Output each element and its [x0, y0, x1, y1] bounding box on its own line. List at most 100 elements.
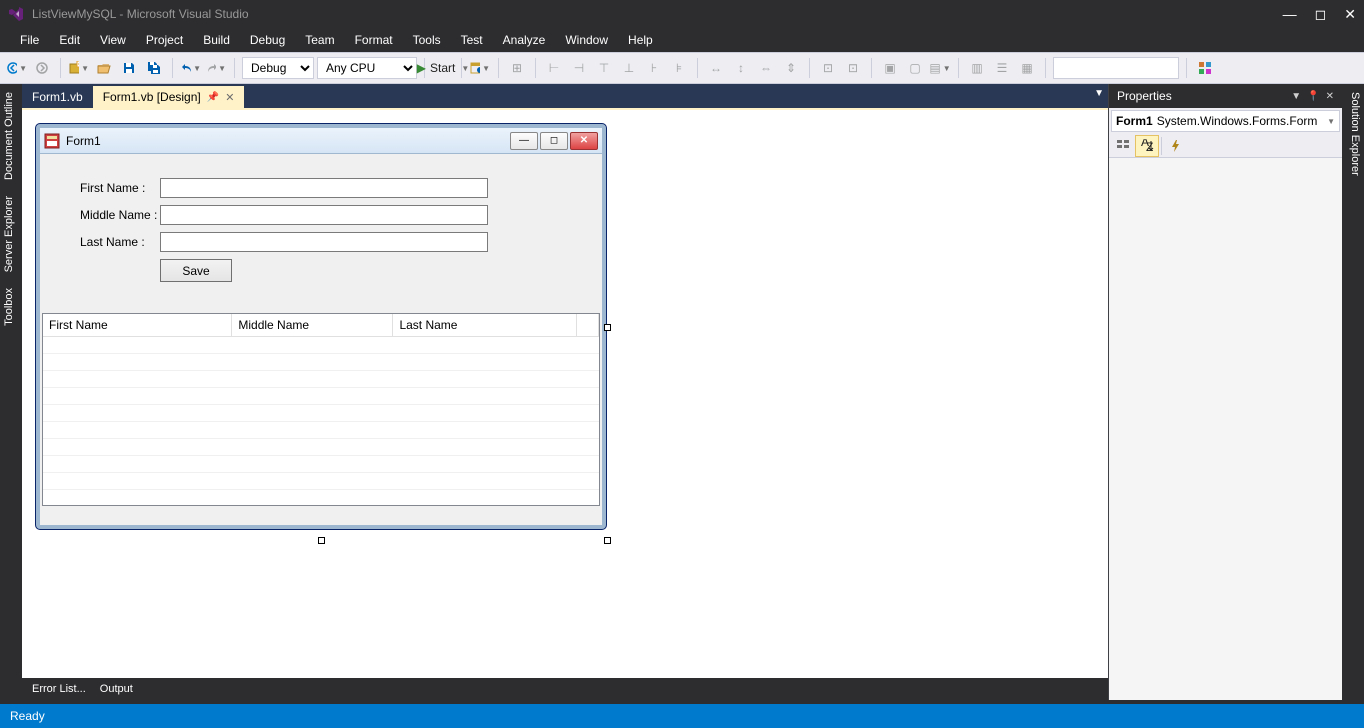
close-panel-icon[interactable]: ✕: [1326, 91, 1334, 102]
menu-tools[interactable]: Tools: [403, 30, 451, 50]
window-title: ListViewMySQL - Microsoft Visual Studio: [32, 7, 1283, 21]
menu-team[interactable]: Team: [295, 30, 344, 50]
platform-dropdown[interactable]: Any CPU: [317, 57, 417, 79]
document-tabs: Form1.vb Form1.vb [Design] 📌 ✕ ▼: [22, 84, 1108, 108]
menu-bar: File Edit View Project Build Debug Team …: [0, 28, 1364, 52]
object-name: Form1: [1116, 114, 1153, 128]
input-middle-name[interactable]: [160, 205, 488, 225]
tab-form1-design[interactable]: Form1.vb [Design] 📌 ✕: [93, 86, 245, 108]
list-row: [43, 421, 599, 438]
left-tool-tabs: Document Outline Server Explorer Toolbox: [0, 84, 22, 700]
send-back-icon[interactable]: ▢: [904, 57, 926, 79]
form-icon: [44, 133, 60, 149]
size-height-icon[interactable]: ⇕: [780, 57, 802, 79]
list-row: [43, 370, 599, 387]
form-body: First Name : Middle Name : Last Name :: [40, 154, 602, 299]
bring-front-icon[interactable]: ▣: [879, 57, 901, 79]
doc-icon-2[interactable]: ☰: [991, 57, 1013, 79]
menu-build[interactable]: Build: [193, 30, 240, 50]
pin-icon[interactable]: 📌: [207, 92, 219, 103]
events-icon[interactable]: [1164, 135, 1188, 157]
designer-surface[interactable]: Form1 — ◻ ✕ First Name : Mid: [22, 108, 1108, 678]
form-window[interactable]: Form1 — ◻ ✕ First Name : Mid: [36, 124, 606, 529]
categorized-icon[interactable]: [1111, 135, 1135, 157]
center-area: Form1.vb Form1.vb [Design] 📌 ✕ ▼ Form1: [22, 84, 1108, 700]
tab-toolbox[interactable]: Toolbox: [0, 280, 22, 334]
menu-project[interactable]: Project: [136, 30, 193, 50]
menu-test[interactable]: Test: [451, 30, 493, 50]
tab-server-explorer[interactable]: Server Explorer: [0, 188, 22, 280]
minimize-button[interactable]: —: [1283, 6, 1297, 22]
input-first-name[interactable]: [160, 178, 488, 198]
input-last-name[interactable]: [160, 232, 488, 252]
center-h-icon[interactable]: ⊡: [817, 57, 839, 79]
hspace-equal-icon[interactable]: ↔: [705, 57, 727, 79]
properties-header: Properties ▼ 📍 ✕: [1109, 84, 1342, 108]
autohide-pin-icon[interactable]: 📍: [1307, 91, 1319, 102]
label-first-name: First Name :: [80, 181, 160, 195]
tab-dropdown-icon[interactable]: ▼: [1094, 88, 1104, 99]
tab-error-list[interactable]: Error List...: [32, 683, 86, 695]
col-middle-name[interactable]: Middle Name: [232, 314, 393, 336]
close-tab-icon[interactable]: ✕: [225, 91, 234, 104]
align-bottom-icon[interactable]: ⊧: [668, 57, 690, 79]
align-center-icon[interactable]: ⊣: [568, 57, 590, 79]
align-left-icon[interactable]: ⊢: [543, 57, 565, 79]
undo-button[interactable]: ▼: [180, 57, 202, 79]
menu-debug[interactable]: Debug: [240, 30, 295, 50]
designer-canvas: Form1 — ◻ ✕ First Name : Mid: [36, 124, 606, 529]
align-top-icon[interactable]: ⊥: [618, 57, 640, 79]
menu-edit[interactable]: Edit: [49, 30, 90, 50]
save-all-button[interactable]: [143, 57, 165, 79]
menu-format[interactable]: Format: [345, 30, 403, 50]
properties-object-selector[interactable]: Form1 System.Windows.Forms.Form ▼: [1111, 110, 1340, 132]
vspace-equal-icon[interactable]: ↕: [730, 57, 752, 79]
resize-handle-bottom[interactable]: [318, 537, 325, 544]
form-titlebar: Form1 — ◻ ✕: [40, 128, 602, 154]
col-first-name[interactable]: First Name: [43, 314, 232, 336]
nav-back-button[interactable]: ▼: [6, 57, 28, 79]
browser-link-button[interactable]: ▼: [469, 57, 491, 79]
menu-file[interactable]: File: [10, 30, 49, 50]
window-position-icon[interactable]: ▼: [1291, 91, 1301, 102]
start-button[interactable]: ▶Start▼: [432, 57, 454, 79]
properties-panel: Properties ▼ 📍 ✕ Form1 System.Windows.Fo…: [1108, 84, 1342, 700]
tab-solution-explorer[interactable]: Solution Explorer: [1342, 84, 1364, 184]
listview[interactable]: First Name Middle Name Last Name: [42, 313, 600, 506]
find-combobox[interactable]: [1053, 57, 1179, 79]
close-button[interactable]: ✕: [1344, 6, 1356, 23]
col-last-name[interactable]: Last Name: [393, 314, 576, 336]
menu-window[interactable]: Window: [555, 30, 618, 50]
start-label: Start: [430, 61, 455, 75]
align-right-icon[interactable]: ⊤: [593, 57, 615, 79]
row-middle-name: Middle Name :: [80, 205, 562, 225]
menu-analyze[interactable]: Analyze: [493, 30, 556, 50]
save-form-button[interactable]: Save: [160, 259, 232, 282]
align-middle-icon[interactable]: ⊦: [643, 57, 665, 79]
nav-forward-button[interactable]: [31, 57, 53, 79]
main-toolbar: ▼ ▼ ▼ ▼ Debug Any CPU ▶Start▼ ▼ ⊞ ⊢ ⊣ ⊤ …: [0, 52, 1364, 84]
resize-handle-right[interactable]: [604, 324, 611, 331]
config-dropdown[interactable]: Debug: [242, 57, 314, 79]
menu-help[interactable]: Help: [618, 30, 663, 50]
properties-grid[interactable]: [1109, 158, 1342, 700]
maximize-button[interactable]: ◻: [1315, 6, 1327, 23]
tab-form1-vb[interactable]: Form1.vb: [22, 86, 93, 108]
extensions-icon[interactable]: [1194, 57, 1216, 79]
resize-handle-corner[interactable]: [604, 537, 611, 544]
doc-icon-3[interactable]: ▦: [1016, 57, 1038, 79]
list-row: [43, 472, 599, 489]
new-project-button[interactable]: ▼: [68, 57, 90, 79]
alphabetical-icon[interactable]: AZ: [1135, 135, 1159, 157]
tab-document-outline[interactable]: Document Outline: [0, 84, 22, 188]
save-button[interactable]: [118, 57, 140, 79]
center-v-icon[interactable]: ⊡: [842, 57, 864, 79]
menu-view[interactable]: View: [90, 30, 136, 50]
align-grid-icon[interactable]: ⊞: [506, 57, 528, 79]
redo-button[interactable]: ▼: [205, 57, 227, 79]
open-file-button[interactable]: [93, 57, 115, 79]
doc-icon-1[interactable]: ▥: [966, 57, 988, 79]
size-width-icon[interactable]: ⇔: [755, 57, 777, 79]
tab-output[interactable]: Output: [100, 683, 133, 695]
tab-order-icon[interactable]: ▤▼: [929, 57, 951, 79]
